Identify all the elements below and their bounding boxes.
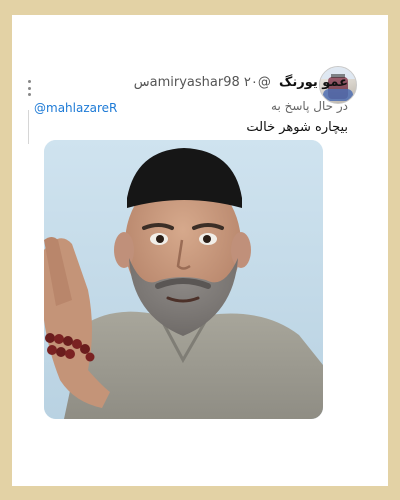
reply-label: در حال پاسخ به <box>271 99 348 113</box>
thread-line <box>28 110 29 144</box>
more-dot <box>27 86 31 90</box>
display-name[interactable]: عمو یورنگ <box>279 75 348 90</box>
man-photo <box>44 140 323 419</box>
tweet-header: عمو یورنگ @amiryashar98 ۲۰س <box>134 74 348 92</box>
pupil-left <box>156 235 164 243</box>
replying-to-label: در حال پاسخ به <box>271 98 348 114</box>
ear-right <box>231 232 251 268</box>
more-dot <box>27 93 31 96</box>
tweet-text: بیچاره شوهر خالت <box>246 120 348 135</box>
tweet-media-image[interactable] <box>44 140 323 419</box>
reply-to-handle[interactable]: @mahlazareR <box>34 100 117 116</box>
pupil-right <box>203 235 211 243</box>
ear-left <box>114 232 134 268</box>
more-dot <box>27 80 31 83</box>
more-vertical-icon[interactable] <box>27 80 31 96</box>
